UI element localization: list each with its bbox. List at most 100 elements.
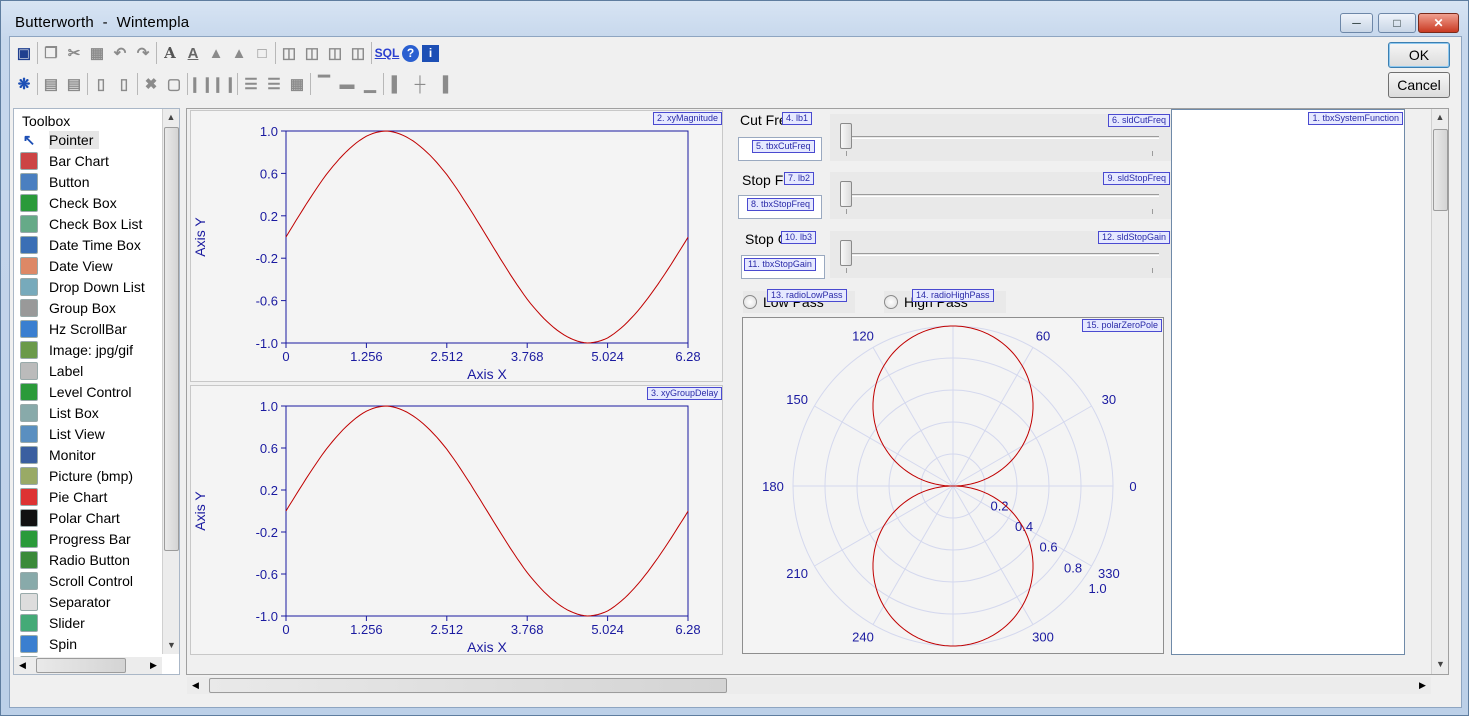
system-function-textbox[interactable]: 1. tbxSystemFunction [1171, 109, 1405, 655]
toolbox-item[interactable]: Check Box List [14, 213, 179, 234]
align-left-icon[interactable]: ◫ [279, 43, 299, 63]
maximize-button[interactable]: □ [1378, 13, 1416, 33]
center-both-icon[interactable]: ▢ [164, 74, 184, 94]
toolbox-item[interactable]: Radio Button [14, 549, 179, 570]
copy-icon[interactable]: ❐ [41, 43, 61, 63]
stop-freq-input[interactable]: 8. tbxStopFreq [738, 195, 822, 219]
bring-front-icon[interactable]: ▲ [229, 43, 249, 63]
cancel-button[interactable]: Cancel [1388, 72, 1450, 98]
toolbox-item[interactable]: List Box [14, 402, 179, 423]
undo-icon[interactable]: ↶ [110, 43, 130, 63]
scroll-right-icon[interactable]: ▶ [145, 657, 162, 674]
scroll-thumb[interactable] [1433, 129, 1448, 211]
scroll-right-icon[interactable]: ▶ [1414, 677, 1431, 694]
y-tick-label: -0.6 [256, 567, 278, 582]
distribute-h-icon[interactable]: ❙❙ [188, 74, 213, 94]
help-icon[interactable]: ? [402, 44, 419, 62]
stack-rows-icon[interactable]: ☰ [241, 74, 261, 94]
toolbox-vscrollbar[interactable]: ▲ ▼ [162, 109, 179, 654]
fill-color-icon[interactable]: ▲ [206, 43, 226, 63]
minimize-button[interactable]: ─ [1340, 13, 1373, 33]
toolbox-item[interactable]: Check Box [14, 192, 179, 213]
toolbox-item[interactable]: Hz ScrollBar [14, 318, 179, 339]
scroll-up-icon[interactable]: ▲ [163, 109, 179, 126]
align-bottom-icon[interactable]: ◫ [348, 43, 368, 63]
same-height-icon[interactable]: ▤ [64, 74, 84, 94]
align-center-icon[interactable]: ◫ [302, 43, 322, 63]
grid-icon[interactable]: ▦ [287, 74, 307, 94]
align-top-icon[interactable]: ▔ [314, 74, 334, 94]
designer-hscrollbar[interactable]: ◀ ▶ [187, 677, 1431, 694]
polar-zero-pole-chart[interactable]: 90603003303002702402101801501200.20.40.6… [742, 305, 1164, 668]
toolbox-item[interactable]: Monitor [14, 444, 179, 465]
cut-icon[interactable]: ✂ [64, 43, 84, 63]
stop-gain-slider[interactable]: 12. sldStopGain [830, 231, 1171, 278]
toolbox-item[interactable]: Level Control [14, 381, 179, 402]
toolbox-item[interactable]: List View [14, 423, 179, 444]
scroll-left-icon[interactable]: ◀ [187, 677, 204, 694]
scroll-thumb[interactable] [209, 678, 727, 693]
slider-thumb[interactable] [840, 240, 852, 266]
toolbox-item[interactable]: Image: jpg/gif [14, 339, 179, 360]
toolbox-hscrollbar[interactable]: ◀ ▶ [14, 657, 162, 674]
tab-order-icon[interactable]: ❋ [14, 74, 34, 94]
designer-vscrollbar[interactable]: ▲ ▼ [1431, 109, 1448, 674]
toolbox-item[interactable]: Button [14, 171, 179, 192]
toolbox-item[interactable]: Date Time Box [14, 234, 179, 255]
cut-freq-slider[interactable]: 6. sldCutFreq [830, 114, 1171, 161]
scroll-up-icon[interactable]: ▲ [1432, 109, 1448, 126]
toolbox-item[interactable]: Picture (bmp) [14, 465, 179, 486]
shirt-icon[interactable]: □ [252, 43, 272, 63]
toolbox-item[interactable]: Group Box [14, 297, 179, 318]
toolbox-item[interactable]: Scroll Control [14, 570, 179, 591]
toolbox-item[interactable]: Pie Chart [14, 486, 179, 507]
xy-group-delay-chart[interactable]: 0 1.256 2.512 3.768 5.024 6.28 1.0 0.6 0.2 -0.2 -0… [190, 385, 723, 655]
align-middle-icon[interactable]: ▬ [337, 74, 357, 94]
slider-thumb[interactable] [840, 181, 852, 207]
toolbox-item[interactable]: Drop Down List [14, 276, 179, 297]
toolbox-item[interactable]: Slider [14, 612, 179, 633]
font-icon[interactable]: A [160, 43, 180, 63]
toolbox-item[interactable]: Polar Chart [14, 507, 179, 528]
low-pass-radio[interactable]: Low Pass 13. radioLowPass [743, 289, 855, 313]
toolbox-item[interactable]: Label [14, 360, 179, 381]
toolbox-item[interactable]: Separator [14, 591, 179, 612]
high-pass-radio[interactable]: High Pass 14. radioHighPass [884, 289, 1006, 313]
stop-gain-input[interactable]: 11. tbxStopGain [741, 255, 825, 279]
font-color-icon[interactable]: A [183, 43, 203, 63]
align-baseline-icon[interactable]: ▁ [360, 74, 380, 94]
space-vertical-icon[interactable]: ▯ [114, 74, 134, 94]
cut-freq-input[interactable]: 5. tbxCutFreq [738, 137, 822, 161]
ok-button[interactable]: OK [1388, 42, 1450, 68]
space-horizontal-icon[interactable]: ▯ [91, 74, 111, 94]
scroll-thumb[interactable] [36, 658, 126, 673]
align-rights-icon[interactable]: ▐ [433, 74, 453, 94]
slider-thumb[interactable] [840, 123, 852, 149]
scroll-left-icon[interactable]: ◀ [14, 657, 31, 674]
scroll-down-icon[interactable]: ▼ [1432, 656, 1448, 673]
align-right-icon[interactable]: ◫ [325, 43, 345, 63]
center-icon[interactable]: ✖ [141, 74, 161, 94]
toolbox-item[interactable]: Progress Bar [14, 528, 179, 549]
scroll-down-icon[interactable]: ▼ [163, 637, 179, 654]
scroll-thumb[interactable] [164, 127, 179, 551]
toolbox-item[interactable]: ↖ Pointer [14, 129, 179, 150]
align-centers-icon[interactable]: ┼ [410, 74, 430, 94]
designer-surface[interactable]: 0 1.256 2.512 3.768 5.024 6.28 1.0 0.6 0.2 -0.2 -0… [186, 108, 1449, 675]
toolbox-item[interactable]: Bar Chart [14, 150, 179, 171]
toolbox-item[interactable]: Date View [14, 255, 179, 276]
toolbox-item[interactable]: Spin [14, 633, 179, 654]
redo-icon[interactable]: ↷ [133, 43, 153, 63]
align-lefts-icon[interactable]: ▌ [387, 74, 407, 94]
info-icon[interactable]: i [422, 44, 439, 62]
stack-rows-2-icon[interactable]: ☰ [264, 74, 284, 94]
distribute-v-icon[interactable]: ❙❙ [211, 74, 236, 94]
sql-icon[interactable]: SQL [375, 43, 400, 63]
xy-magnitude-chart[interactable]: 0 1.256 2.512 3.768 5.024 6.28 1.0 0.6 0.2 -0.2 -0… [190, 110, 723, 382]
save-icon[interactable]: ▣ [14, 43, 34, 63]
toolbox-item-label: Progress Bar [49, 530, 131, 547]
paste-icon[interactable]: ▦ [87, 43, 107, 63]
stop-freq-slider[interactable]: 9. sldStopFreq [830, 172, 1171, 219]
close-button[interactable]: ✕ [1418, 13, 1459, 33]
same-width-icon[interactable]: ▤ [41, 74, 61, 94]
